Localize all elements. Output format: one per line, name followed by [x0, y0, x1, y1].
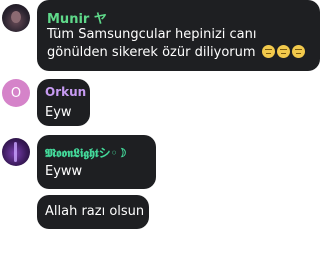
message-bubble-moonlight-followup[interactable]: Allah razı olsun [37, 195, 149, 229]
avatar-initial: O [10, 85, 22, 101]
pensive-face-icon [276, 45, 290, 58]
message-text-line-2: gönülden sikerek özür diliyorum [47, 44, 305, 62]
user-photo-icon [11, 11, 21, 23]
message-bubble-moonlight[interactable]: 𝕸𝖔𝖔𝖓𝕷𝖎𝖌𝖍𝖙シ◦☽ Eyww [37, 135, 156, 189]
pensive-face-icon [291, 45, 305, 58]
message-text: Eyww [45, 164, 83, 179]
avatar-moonlight[interactable] [2, 138, 30, 166]
chat-thread: Munir ヤ Tüm Samsungcular hepinizi canı g… [0, 0, 320, 280]
message-text-line-1: Tüm Samsungcular hepinizi canı [47, 27, 257, 42]
message-bubble-munir[interactable]: Munir ヤ Tüm Samsungcular hepinizi canı g… [37, 0, 320, 71]
message-text: Allah razı olsun [45, 204, 145, 219]
message-text: Eyw [45, 105, 72, 120]
avatar-orkun[interactable]: O [2, 79, 30, 107]
message-text-line-2-content: gönülden sikerek özür diliyorum [47, 45, 256, 60]
user-photo-icon [14, 142, 17, 162]
author-name-munir[interactable]: Munir ヤ [47, 8, 107, 27]
avatar-munir[interactable] [2, 4, 30, 32]
author-name-moonlight[interactable]: 𝕸𝖔𝖔𝖓𝕷𝖎𝖌𝖍𝖙シ◦☽ [45, 144, 126, 161]
pensive-face-icon [261, 45, 275, 58]
author-name-orkun[interactable]: Orkun [45, 85, 86, 99]
message-bubble-orkun[interactable]: Orkun Eyw [37, 79, 90, 126]
